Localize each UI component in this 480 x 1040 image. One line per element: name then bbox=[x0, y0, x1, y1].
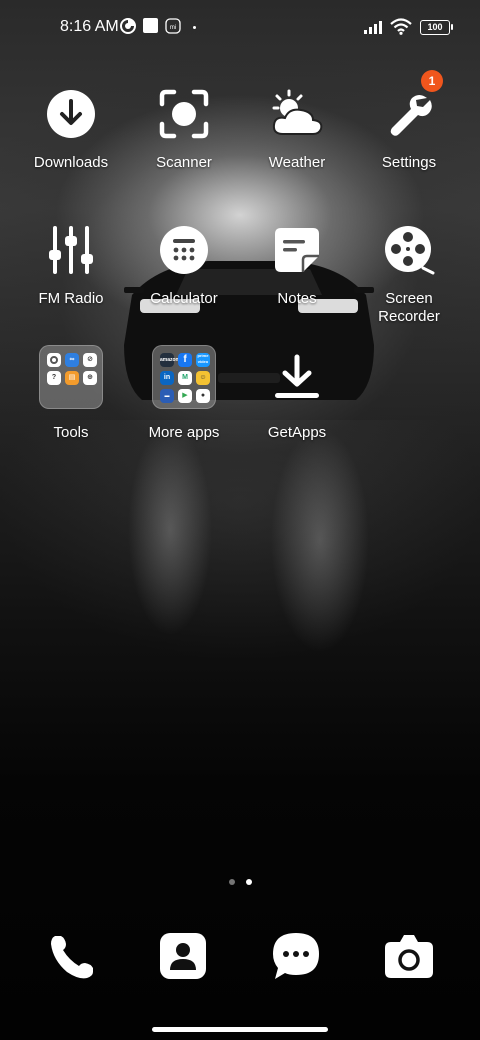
app-screen-recorder[interactable]: Screen Recorder bbox=[353, 212, 465, 326]
equalizer-icon bbox=[33, 212, 109, 288]
notes-icon bbox=[259, 212, 335, 288]
calculator-icon bbox=[146, 212, 222, 288]
app-getapps[interactable]: GetApps bbox=[241, 342, 353, 442]
linkedin-mini-icon: in bbox=[160, 371, 174, 385]
app-label: More apps bbox=[148, 424, 220, 441]
folder-icon: amazon f prime video in M ☺ ▬ ▶ ● bbox=[146, 342, 222, 412]
plus-mini-icon: ⊕ bbox=[83, 371, 97, 385]
app-mini-icon: M bbox=[178, 371, 192, 385]
app-label: FM Radio bbox=[38, 290, 104, 307]
play-store-mini-icon: ▶ bbox=[178, 389, 192, 403]
download-icon bbox=[33, 76, 109, 152]
app-calculator[interactable]: Calculator bbox=[128, 212, 240, 308]
dock-contacts[interactable] bbox=[155, 928, 211, 984]
dock-messages[interactable] bbox=[268, 928, 324, 984]
pie-chart-icon bbox=[120, 18, 136, 34]
wifi-icon bbox=[390, 18, 412, 35]
facebook-mini-icon: f bbox=[178, 353, 192, 367]
app-weather[interactable]: Weather bbox=[241, 76, 353, 172]
app-label: Tools bbox=[53, 424, 89, 441]
phone-icon bbox=[51, 936, 93, 979]
app-mini-icon: ☺ bbox=[196, 371, 210, 385]
dock-phone[interactable] bbox=[43, 928, 99, 984]
home-indicator[interactable] bbox=[152, 1027, 328, 1032]
mi-icon: mi bbox=[165, 18, 181, 34]
app-label: GetApps bbox=[267, 424, 327, 441]
compass-mini-icon: ⊘ bbox=[83, 353, 97, 367]
scanner-icon bbox=[146, 76, 222, 152]
contacts-icon bbox=[160, 933, 206, 979]
app-label: Downloads bbox=[33, 154, 109, 171]
weather-icon bbox=[259, 76, 335, 152]
notification-badge: 1 bbox=[421, 70, 443, 92]
status-bar: 8:16 AM mi 100 bbox=[0, 0, 480, 56]
page-indicator bbox=[0, 879, 480, 885]
app-label: Scanner bbox=[156, 154, 212, 171]
download-tray-icon bbox=[259, 342, 335, 412]
app-mini-icon: ● bbox=[196, 389, 210, 403]
film-reel-icon bbox=[371, 212, 447, 288]
app-mini-icon: ▤ bbox=[65, 371, 79, 385]
app-folder-tools[interactable]: ∞ ⊘ ? ▤ ⊕ Tools bbox=[15, 342, 127, 442]
white-square-icon bbox=[143, 18, 158, 33]
app-folder-more-apps[interactable]: amazon f prime video in M ☺ ▬ ▶ ● More a… bbox=[128, 342, 240, 442]
clock: 8:16 AM bbox=[60, 18, 119, 35]
wet-road bbox=[0, 420, 480, 740]
app-label: Weather bbox=[268, 154, 326, 171]
folder-grid: amazon f prime video in M ☺ ▬ ▶ ● bbox=[152, 345, 216, 409]
wrench-icon: 1 bbox=[371, 70, 447, 152]
messages-icon bbox=[273, 933, 319, 979]
dock-camera[interactable] bbox=[381, 928, 437, 984]
app-label: Settings bbox=[381, 154, 437, 171]
app-settings[interactable]: 1 Settings bbox=[353, 70, 465, 172]
folder-grid: ∞ ⊘ ? ▤ ⊕ bbox=[39, 345, 103, 409]
infinity-mini-icon: ∞ bbox=[65, 353, 79, 367]
app-label: Calculator bbox=[150, 290, 218, 307]
dot-icon bbox=[193, 26, 196, 29]
app-scanner[interactable]: Scanner bbox=[128, 76, 240, 172]
help-mini-icon: ? bbox=[47, 371, 61, 385]
app-label: Notes bbox=[277, 290, 317, 307]
svg-text:mi: mi bbox=[170, 25, 176, 31]
app-mini-icon: ▬ bbox=[160, 389, 174, 403]
battery-icon: 100 bbox=[420, 20, 453, 35]
amazon-mini-icon: amazon bbox=[160, 353, 179, 367]
app-downloads[interactable]: Downloads bbox=[15, 76, 127, 172]
app-notes[interactable]: Notes bbox=[241, 212, 353, 308]
folder-icon: ∞ ⊘ ? ▤ ⊕ bbox=[33, 342, 109, 412]
page-dot-active[interactable] bbox=[245, 879, 252, 885]
prime-video-mini-icon: prime video bbox=[196, 353, 210, 367]
app-fm-radio[interactable]: FM Radio bbox=[15, 212, 127, 308]
camera-icon bbox=[385, 935, 433, 978]
signal-icon bbox=[364, 21, 382, 34]
settings-mini-icon bbox=[47, 353, 61, 367]
page-dot[interactable] bbox=[228, 879, 235, 885]
app-label: Screen Recorder bbox=[378, 290, 440, 325]
